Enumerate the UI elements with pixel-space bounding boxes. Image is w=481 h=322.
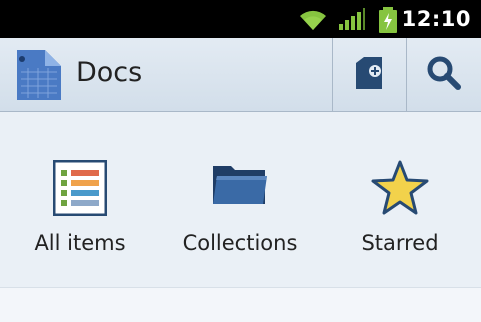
- docs-app-icon[interactable]: [13, 48, 63, 102]
- star-icon: [371, 160, 429, 220]
- home-grid: All items Collections Starred: [0, 112, 481, 287]
- tile-collections[interactable]: Collections: [160, 112, 320, 287]
- tile-all-items[interactable]: All items: [0, 112, 160, 287]
- next-row-partial: [0, 287, 481, 322]
- wifi-icon: [298, 6, 328, 36]
- tile-label: Collections: [182, 231, 298, 255]
- list-icon: [52, 159, 108, 220]
- signal-icon: [338, 6, 366, 36]
- search-button[interactable]: [406, 38, 480, 111]
- app-title: Docs: [76, 57, 143, 88]
- clock: 12:10: [401, 7, 471, 31]
- tile-starred[interactable]: Starred: [320, 112, 480, 287]
- folder-icon: [211, 160, 269, 210]
- tile-label: All items: [34, 231, 126, 255]
- status-bar: 12:10: [0, 0, 481, 38]
- battery-charging-icon: [376, 6, 400, 38]
- search-icon: [426, 55, 462, 95]
- tile-label: Starred: [361, 231, 439, 255]
- new-document-button[interactable]: [332, 38, 406, 111]
- action-bar: Docs: [0, 38, 481, 112]
- new-document-icon: [352, 55, 388, 95]
